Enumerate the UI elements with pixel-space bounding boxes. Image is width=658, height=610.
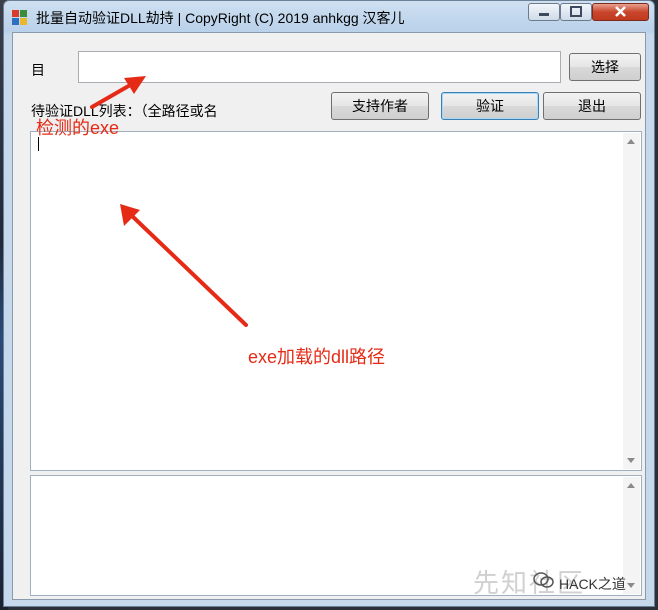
scroll-up-icon[interactable] — [627, 139, 635, 144]
scroll-up-icon[interactable] — [627, 483, 635, 488]
dll-list-scrollbar[interactable] — [623, 133, 640, 469]
scroll-down-icon[interactable] — [627, 583, 635, 588]
maximize-button[interactable] — [560, 3, 592, 21]
target-path-input[interactable] — [78, 51, 561, 83]
exit-button[interactable]: 退出 — [543, 92, 641, 120]
wechat-icon — [533, 572, 554, 588]
target-label: 目 — [31, 62, 45, 78]
close-button[interactable] — [592, 3, 649, 21]
annotation-exe: 检测的exe — [36, 118, 120, 138]
minimize-icon — [539, 13, 549, 16]
minimize-button[interactable] — [528, 3, 560, 21]
dll-list-textarea[interactable] — [30, 131, 642, 471]
close-icon — [615, 6, 626, 17]
verify-button[interactable]: 验证 — [441, 92, 539, 120]
title-bar[interactable]: 批量自动验证DLL劫持 | CopyRight (C) 2019 anhkgg … — [4, 1, 654, 33]
app-window: 批量自动验证DLL劫持 | CopyRight (C) 2019 anhkgg … — [3, 0, 655, 607]
scroll-down-icon[interactable] — [627, 458, 635, 463]
select-button[interactable]: 选择 — [569, 53, 641, 81]
app-icon — [12, 10, 27, 25]
annotation-dll: exe加载的dll路径 — [248, 347, 386, 367]
support-author-button[interactable]: 支持作者 — [331, 92, 429, 120]
maximize-icon — [570, 6, 582, 17]
watermark-brand: HACK之道 — [559, 576, 626, 592]
window-title: 批量自动验证DLL劫持 | CopyRight (C) 2019 anhkgg … — [36, 10, 405, 26]
